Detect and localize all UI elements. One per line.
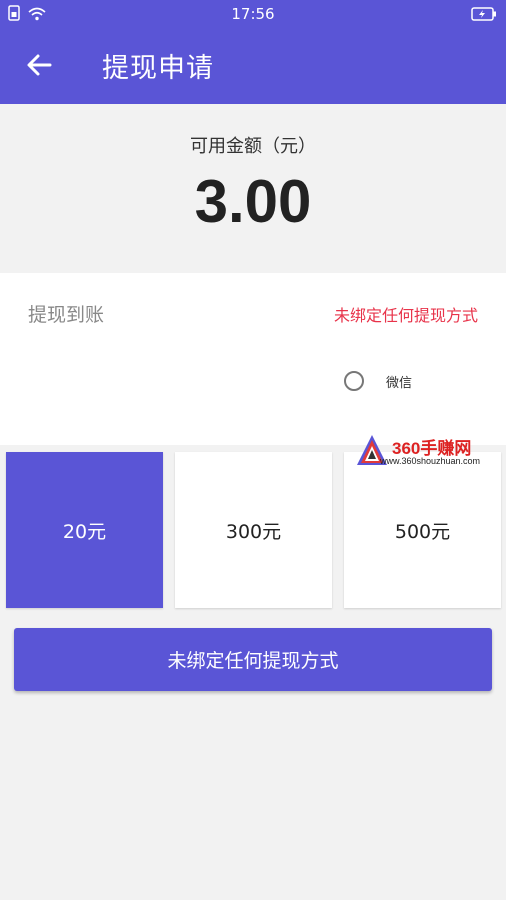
balance-section: 可用金额（元） 3.00 — [0, 104, 506, 272]
amount-grid: 20元 300元 500元 — [0, 452, 506, 608]
amount-option-20[interactable]: 20元 — [6, 452, 163, 608]
watermark-url: www.360shouzhuan.com — [380, 456, 481, 466]
withdraw-method-section: 提现到账 未绑定任何提现方式 微信 — [0, 273, 506, 445]
arrow-left-icon — [26, 53, 52, 81]
amount-option-300[interactable]: 300元 — [175, 452, 332, 608]
withdraw-method-status: 未绑定任何提现方式 — [333, 306, 478, 325]
watermark: 360手赚网 www.360shouzhuan.com — [356, 434, 504, 470]
watermark-logo-icon — [356, 434, 388, 472]
wechat-option[interactable]: 微信 — [344, 371, 412, 391]
status-time: 17:56 — [231, 5, 275, 23]
amount-option-500[interactable]: 500元 — [344, 452, 501, 608]
wechat-option-label: 微信 — [386, 375, 413, 391]
submit-button[interactable]: 未绑定任何提现方式 — [14, 628, 492, 691]
app-bar: 提现申请 — [0, 28, 506, 104]
page-title: 提现申请 — [102, 53, 214, 84]
back-button[interactable] — [20, 48, 58, 86]
balance-value: 3.00 — [194, 168, 312, 235]
status-bar: 17:56 — [0, 0, 506, 28]
balance-label: 可用金额（元） — [190, 136, 316, 157]
battery-charging-icon — [471, 6, 497, 25]
withdraw-method-label: 提现到账 — [28, 304, 105, 326]
wechat-radio[interactable] — [344, 371, 364, 391]
